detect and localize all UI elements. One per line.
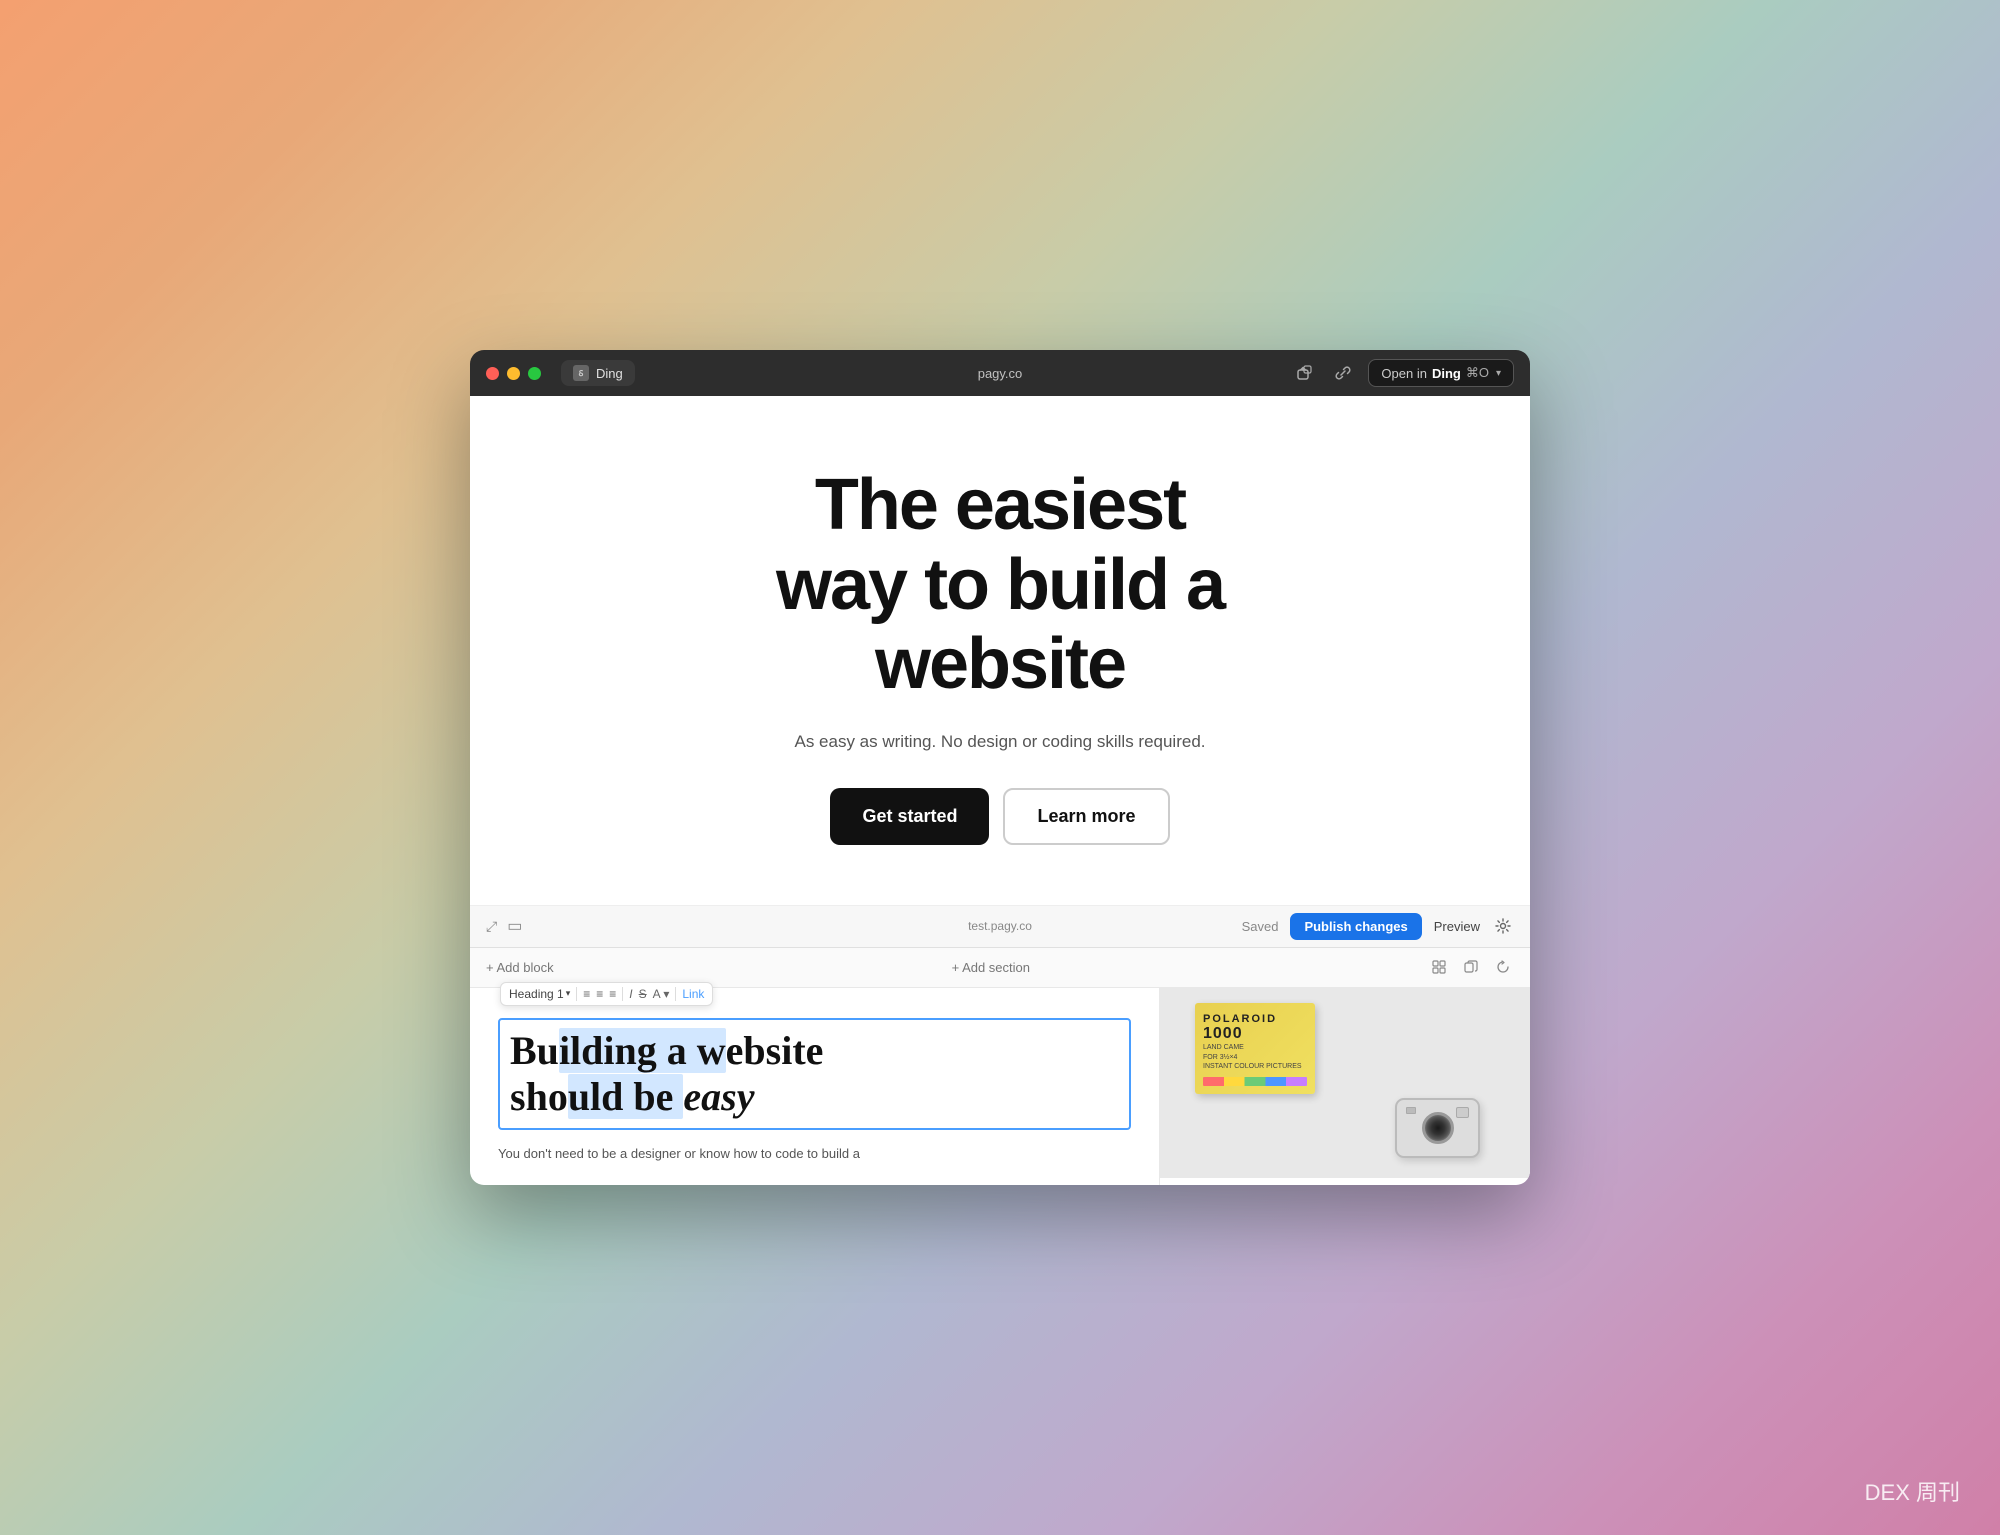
publish-button[interactable]: Publish changes: [1290, 913, 1421, 940]
refresh-icon[interactable]: [1492, 956, 1514, 978]
close-button[interactable]: [486, 367, 499, 380]
hero-subtitle: As easy as writing. No design or coding …: [794, 732, 1205, 752]
add-block-button[interactable]: + Add block: [486, 960, 554, 975]
toolbar-divider-2: [622, 987, 623, 1001]
font-btn[interactable]: A ▾: [653, 987, 670, 1001]
toolbar-divider-3: [675, 987, 676, 1001]
camera-body: [1395, 1098, 1480, 1158]
minimize-button[interactable]: [507, 367, 520, 380]
inline-toolbar: Heading 1 ▾ ≡ ≡ ≡ I S A ▾ Link: [500, 982, 713, 1006]
open-in-shortcut: ⌘O: [1466, 365, 1489, 381]
saved-label: Saved: [1242, 919, 1279, 934]
text-column[interactable]: Heading 1 ▾ ≡ ≡ ≡ I S A ▾ Link: [470, 988, 1160, 1185]
hero-title: The easiest way to build a website: [760, 466, 1240, 704]
tab-favicon: Ꟙ: [573, 365, 589, 381]
share-icon[interactable]: [1292, 360, 1318, 386]
link-icon[interactable]: [1330, 360, 1356, 386]
open-in-button[interactable]: Open in Ding ⌘O ▾: [1368, 359, 1514, 387]
editor-toolbar: ⤢ ▭ test.pagy.co Saved Publish changes P…: [470, 906, 1530, 948]
title-bar: Ꟙ Ding pagy.co Open in: [470, 350, 1530, 396]
camera-viewfinder: [1406, 1107, 1416, 1114]
block-actions: [1428, 956, 1514, 978]
traffic-lights: [486, 367, 541, 380]
image-column: POLAROID 1000 LAND CAMEFOR 3½×4INSTANT C…: [1160, 988, 1530, 1178]
settings-icon[interactable]: [1492, 915, 1514, 937]
hero-buttons: Get started Learn more: [830, 788, 1169, 845]
title-bar-right: Open in Ding ⌘O ▾: [1292, 359, 1514, 387]
get-started-button[interactable]: Get started: [830, 788, 989, 845]
tab-label: Ding: [596, 366, 623, 381]
mobile-preview-icon[interactable]: ▭: [507, 916, 522, 936]
align-right-icon[interactable]: ≡: [609, 987, 616, 1001]
heading-text-part2: ebsite: [726, 1028, 824, 1073]
learn-more-button[interactable]: Learn more: [1003, 788, 1169, 845]
italic-btn[interactable]: I: [629, 987, 632, 1001]
duplicate-icon[interactable]: [1460, 956, 1482, 978]
hero-section: The easiest way to build a website As ea…: [470, 396, 1530, 905]
toolbar-right-group: Saved Publish changes Preview: [1242, 913, 1514, 940]
dex-label: DEX 周刊: [1865, 1475, 1960, 1507]
content-columns: Heading 1 ▾ ≡ ≡ ≡ I S A ▾ Link: [470, 988, 1530, 1185]
text-edit-area: Heading 1 ▾ ≡ ≡ ≡ I S A ▾ Link: [498, 1018, 1131, 1165]
text-block-selected[interactable]: Heading 1 ▾ ≡ ≡ ≡ I S A ▾ Link: [498, 1018, 1131, 1130]
add-section-button[interactable]: + Add section: [952, 960, 1030, 975]
maximize-button[interactable]: [528, 367, 541, 380]
heading-text-selected: ilding a w: [559, 1028, 726, 1073]
polaroid-box: POLAROID 1000 LAND CAMEFOR 3½×4INSTANT C…: [1195, 1003, 1315, 1094]
heading-text-part3: sho: [510, 1074, 568, 1119]
camera-flash: [1456, 1107, 1469, 1118]
open-in-chevron-icon: ▾: [1496, 368, 1501, 379]
heading-content[interactable]: Building a website should be easy: [510, 1028, 1119, 1120]
grid-icon[interactable]: [1428, 956, 1450, 978]
camera-lens: [1422, 1112, 1454, 1144]
editor-url: test.pagy.co: [968, 919, 1032, 933]
heading-italic: easy: [683, 1074, 754, 1119]
heading-dropdown[interactable]: Heading 1 ▾: [509, 987, 570, 1001]
polaroid-box-inner: POLAROID 1000 LAND CAMEFOR 3½×4INSTANT C…: [1195, 1003, 1315, 1094]
browser-tab[interactable]: Ꟙ Ding: [561, 360, 635, 386]
browser-window: Ꟙ Ding pagy.co Open in: [470, 350, 1530, 1184]
open-in-label: Open in: [1381, 366, 1427, 381]
body-text: You don't need to be a designer or know …: [498, 1144, 1131, 1165]
open-in-app-name: Ding: [1432, 366, 1461, 381]
preview-button[interactable]: Preview: [1434, 919, 1480, 934]
heading-text-part1: Bu: [510, 1028, 559, 1073]
browser-url: pagy.co: [978, 366, 1023, 381]
camera: [1395, 1098, 1480, 1158]
align-left-icon[interactable]: ≡: [583, 987, 590, 1001]
heading-text-selected2: uld be: [568, 1074, 684, 1119]
align-center-icon[interactable]: ≡: [596, 987, 603, 1001]
editor-section: ⤢ ▭ test.pagy.co Saved Publish changes P…: [470, 905, 1530, 1185]
link-btn[interactable]: Link: [682, 987, 704, 1001]
toolbar-divider-1: [576, 987, 577, 1001]
collapse-icon[interactable]: ⤢: [486, 918, 497, 935]
strikethrough-btn[interactable]: S: [639, 987, 647, 1001]
